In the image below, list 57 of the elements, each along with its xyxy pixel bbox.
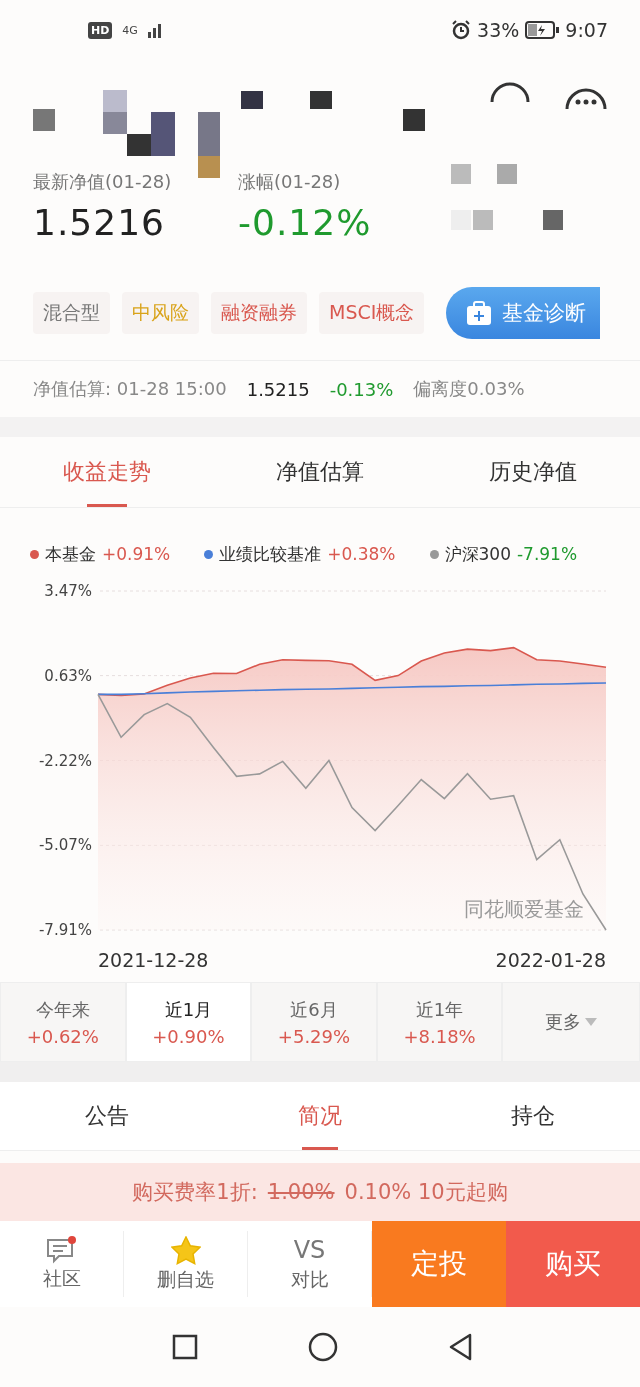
legend-label: 业绩比较基准 — [219, 542, 322, 566]
estimate-change: -0.13% — [329, 378, 394, 400]
tab[interactable]: 收益走势 — [0, 437, 214, 507]
estimate-value: 1.5215 — [246, 378, 310, 400]
tab[interactable]: 历史净值 — [426, 437, 640, 507]
period-tab[interactable]: 近1月 +0.90% — [125, 982, 252, 1062]
period-tab[interactable]: 近6月 +5.29% — [251, 982, 377, 1062]
period-tab[interactable]: 今年来 +0.62% — [0, 982, 126, 1062]
y-axis-label: -5.07% — [38, 836, 92, 855]
chart-watermark: 同花顺爱基金 — [464, 897, 584, 921]
toolbar-item[interactable]: 删自选 — [124, 1231, 248, 1297]
nav-label: 最新净值(01-28) — [33, 170, 173, 194]
deviation-text: 偏离度0.03% — [413, 377, 525, 401]
tag: 中风险 — [122, 292, 199, 334]
nav-value: 1.5216 — [33, 202, 166, 243]
legend-value: -7.91% — [516, 544, 578, 564]
alarm-icon — [451, 20, 472, 40]
y-axis-label: -2.22% — [38, 751, 92, 770]
tab[interactable]: 公告 — [0, 1082, 214, 1150]
recent-apps-button[interactable] — [171, 1334, 198, 1360]
back-button[interactable] — [447, 1333, 473, 1361]
more-button[interactable]: 更多 — [502, 982, 640, 1062]
toolbar-item[interactable]: 社区 — [0, 1231, 124, 1297]
y-axis-label: 3.47% — [44, 582, 92, 600]
y-axis-label: -7.91% — [38, 921, 92, 939]
battery-level: 33% — [477, 19, 520, 41]
tab[interactable]: 简况 — [213, 1082, 427, 1150]
battery-icon — [525, 21, 560, 39]
legend-value: +0.38% — [327, 544, 396, 564]
change-value: -0.12% — [238, 202, 373, 243]
change-label: 涨幅(01-28) — [238, 170, 342, 194]
arc-icon[interactable] — [490, 82, 530, 104]
buy-button[interactable]: 购买 — [506, 1221, 640, 1307]
caret-icon — [585, 1018, 598, 1026]
clock-time: 9:07 — [565, 19, 608, 41]
legend-value: +0.91% — [102, 544, 171, 564]
tag: 融资融券 — [211, 292, 307, 334]
tag: MSCI概念 — [319, 292, 425, 334]
medical-kit-icon — [466, 300, 493, 326]
start-date: 2021-12-28 — [98, 949, 209, 971]
end-date: 2022-01-28 — [495, 949, 606, 971]
hd-indicator: HD — [88, 21, 113, 39]
discount-fee: 0.10% 10元起购 — [344, 1179, 508, 1206]
tag: 混合型 — [33, 292, 110, 334]
legend-label: 沪深300 — [444, 542, 511, 566]
home-button[interactable] — [307, 1332, 338, 1362]
period-tab[interactable]: 近1年 +8.18% — [376, 982, 503, 1062]
signal-icon — [147, 22, 162, 38]
estimate-label: 净值估算: 01-28 15:00 — [33, 377, 227, 401]
y-axis-label: 0.63% — [44, 666, 92, 685]
tab[interactable]: 持仓 — [426, 1082, 640, 1150]
promo-label: 购买费率1折: — [132, 1179, 258, 1206]
legend-label: 本基金 — [45, 542, 96, 566]
tab[interactable]: 净值估算 — [213, 437, 427, 507]
original-fee: 1.00% — [267, 1180, 335, 1204]
network-type: 4G — [122, 23, 138, 37]
diagnose-button[interactable]: 基金诊断 — [446, 287, 601, 339]
